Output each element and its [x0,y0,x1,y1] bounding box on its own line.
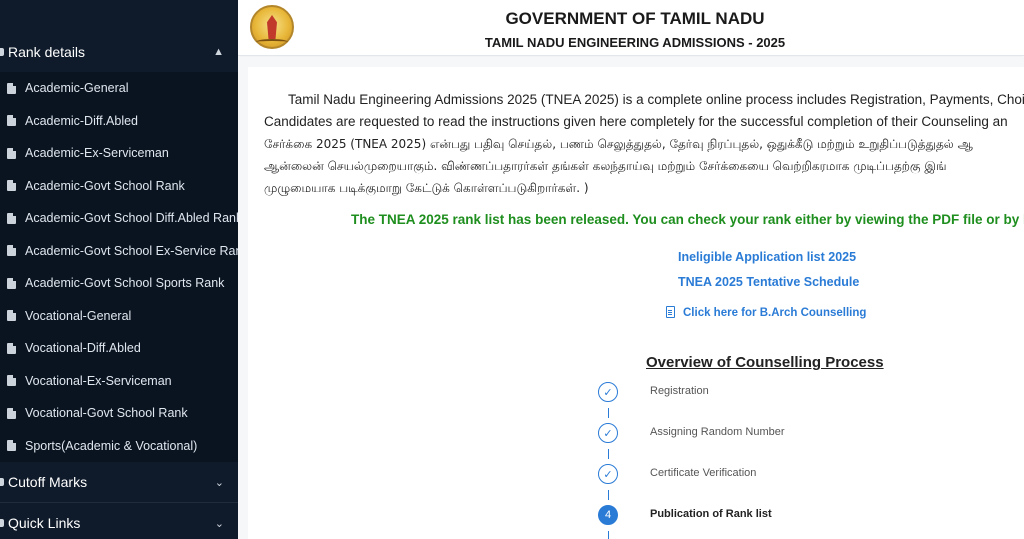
step-connector [608,408,609,418]
sidebar-item-label: Vocational-Govt School Rank [25,406,188,420]
chevron-up-icon: ▲ [213,46,224,58]
document-icon [666,306,675,318]
chevron-down-icon: ⌄ [214,476,224,489]
quick-links-label: Quick Links [8,515,81,531]
content-card: Tamil Nadu Engineering Admissions 2025 (… [248,67,1024,539]
step-label: Certificate Verification [650,467,757,479]
page-subtitle: TAMIL NADU ENGINEERING ADMISSIONS - 2025 [484,35,786,50]
sidebar-item-academic-govt-school-diff-abled-rank[interactable]: Academic-Govt School Diff.Abled Rank [0,202,238,234]
check-icon: ✓ [598,382,618,402]
sidebar-item-academic-general[interactable]: Academic-General [0,72,238,104]
barch-counselling-link[interactable]: Click here for B.Arch Counselling [683,307,866,319]
sidebar-item-vocational-ex-serviceman[interactable]: Vocational-Ex-Serviceman [0,365,238,397]
rank-list: Academic-General Academic-Diff.Abled Aca… [0,72,238,462]
intro-line: சேர்க்கை 2025 (TNEA 2025) என்பது பதிவு ச… [264,137,973,151]
intro-paragraph: Tamil Nadu Engineering Admissions 2025 (… [264,89,1024,199]
step-registration: ✓ Registration [598,382,898,404]
document-icon [7,245,16,256]
intro-line: Candidates are requested to read the ins… [264,114,1008,129]
sidebar: Rank details ▲ Academic-General Academic… [0,0,238,539]
sidebar-item-label: Academic-Govt School Sports Rank [25,276,225,290]
step-rank-list: 4 Publication of Rank list [598,505,898,527]
cutoff-marks-toggle[interactable]: Cutoff Marks ⌄ [0,462,238,502]
sidebar-item-vocational-diff-abled[interactable]: Vocational-Diff.Abled [0,332,238,364]
sidebar-item-label: Academic-Govt School Rank [25,178,185,193]
sidebar-item-academic-govt-school-rank[interactable]: Academic-Govt School Rank [0,170,238,202]
step-connector [608,490,609,500]
document-icon [7,440,16,451]
document-icon [7,115,16,126]
overview-title: Overview of Counselling Process [646,354,884,371]
sidebar-item-academic-ex-serviceman[interactable]: Academic-Ex-Serviceman [0,137,238,169]
step-label: Assigning Random Number [650,426,785,438]
document-icon [7,147,16,159]
quick-links-toggle[interactable]: Quick Links ⌄ [0,503,238,539]
document-icon [7,277,16,289]
rank-details-toggle[interactable]: Rank details ▲ [0,32,238,72]
intro-line: முழுமையாக படிக்குமாறு கேட்டுக் கொள்ளப்பட… [264,181,589,195]
document-icon [7,342,16,354]
step-label: Registration [650,385,709,397]
bullet-icon [0,519,4,527]
sidebar-item-vocational-general[interactable]: Vocational-General [0,300,238,332]
document-icon [7,375,16,386]
step-connector [608,449,609,459]
sidebar-item-academic-govt-school-ex-service-rank[interactable]: Academic-Govt School Ex-Service Rank [0,235,238,267]
check-icon: ✓ [598,423,618,443]
step-random-number: ✓ Assigning Random Number [598,423,898,445]
sidebar-item-label: Academic-General [25,81,129,95]
sidebar-item-label: Vocational-General [25,308,132,323]
main-content: Tamil Nadu Engineering Admissions 2025 (… [238,57,1024,539]
sidebar-item-sports[interactable]: Sports(Academic & Vocational) [0,430,238,462]
sidebar-item-label: Vocational-Diff.Abled [25,341,141,355]
document-icon [7,407,16,419]
step-connector [608,531,609,539]
rank-details-label: Rank details [8,44,86,60]
chevron-down-icon: ⌄ [214,517,224,530]
document-icon [7,180,16,191]
sidebar-item-label: Academic-Govt School Diff.Abled Rank [25,211,238,225]
document-icon [7,212,16,224]
cutoff-marks-label: Cutoff Marks [8,474,88,490]
page-header: GOVERNMENT OF TAMIL NADU TAMIL NADU ENGI… [238,0,1024,56]
step-number-badge: 4 [598,505,618,525]
sidebar-item-label: Sports(Academic & Vocational) [25,438,198,453]
step-certificate-verification: ✓ Certificate Verification [598,464,898,486]
intro-line: Tamil Nadu Engineering Admissions 2025 (… [288,92,1024,107]
check-icon: ✓ [598,464,618,484]
sidebar-item-label: Academic-Govt School Ex-Service Rank [25,243,238,258]
step-label: Publication of Rank list [650,508,772,520]
sidebar-item-label: Academic-Diff.Abled [25,113,139,128]
tentative-schedule-link[interactable]: TNEA 2025 Tentative Schedule [678,275,859,289]
bullet-icon [0,48,4,56]
sidebar-item-academic-govt-school-sports-rank[interactable]: Academic-Govt School Sports Rank [0,267,238,299]
sidebar-item-label: Academic-Ex-Serviceman [25,146,169,160]
sidebar-item-vocational-govt-school-rank[interactable]: Vocational-Govt School Rank [0,397,238,429]
document-icon [7,310,16,321]
sidebar-item-academic-diff-abled[interactable]: Academic-Diff.Abled [0,105,238,137]
rank-list-notice: The TNEA 2025 rank list has been release… [351,212,1024,227]
ineligible-list-link[interactable]: Ineligible Application list 2025 [678,250,856,264]
document-icon [7,82,16,94]
intro-line: ஆன்லைன் செயல்முறையாகும். விண்ணப்பதாரர்கள… [264,159,947,173]
sidebar-item-label: Vocational-Ex-Serviceman [25,373,172,388]
page-title: GOVERNMENT OF TAMIL NADU [505,9,765,28]
bullet-icon [0,478,4,486]
